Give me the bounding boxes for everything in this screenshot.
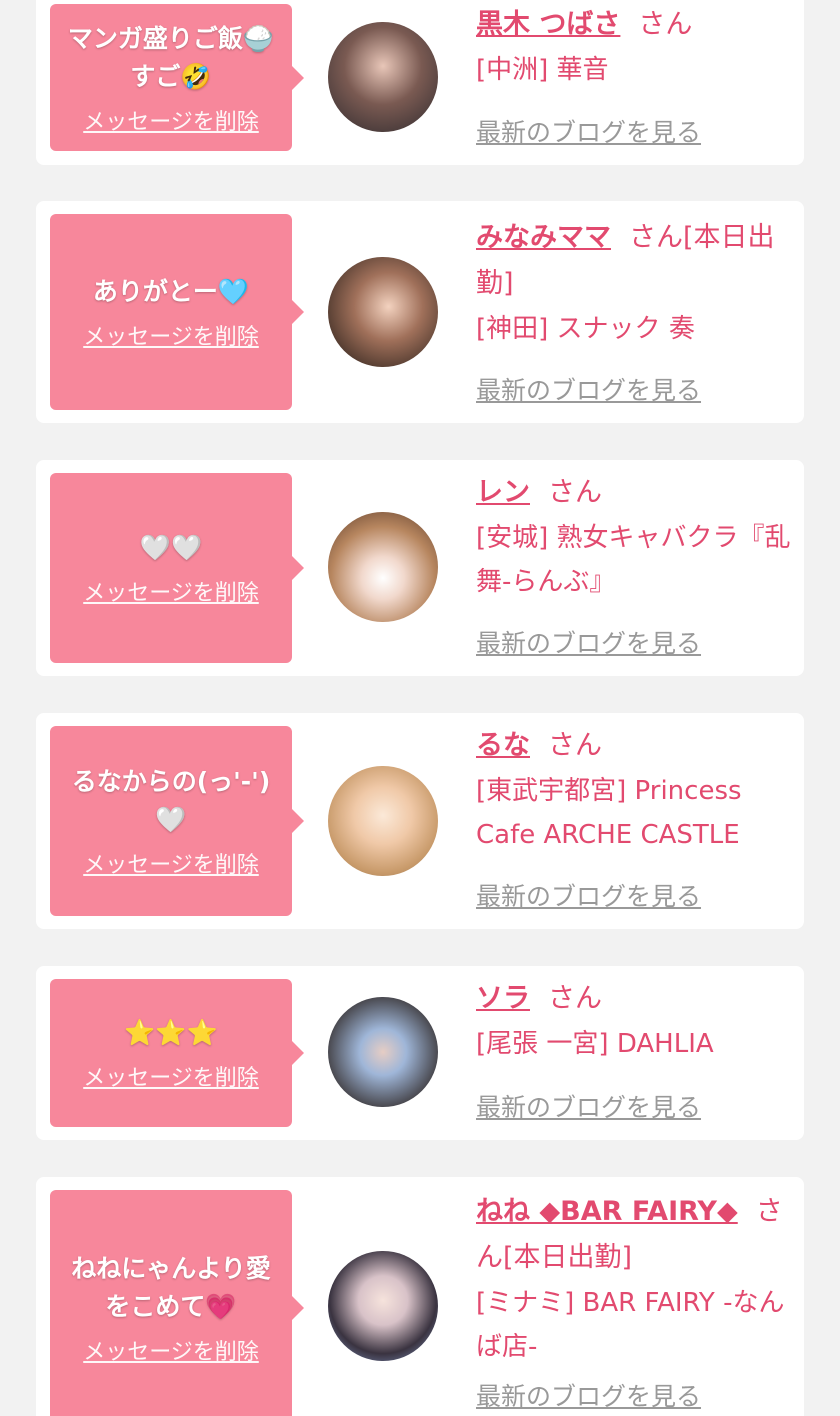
cast-name-link[interactable]: レン bbox=[476, 477, 530, 508]
latest-blog-link[interactable]: 最新のブログを見る bbox=[476, 371, 701, 407]
delete-message-link[interactable]: メッセージを削除 bbox=[83, 575, 259, 607]
message-bubble: ありがとー🩵 メッセージを削除 bbox=[50, 214, 304, 410]
message-bubble: るなからの(っ'-') 🤍 メッセージを削除 bbox=[50, 726, 304, 916]
cast-name-link[interactable]: みなみママ bbox=[476, 222, 611, 253]
avatar[interactable] bbox=[328, 997, 438, 1107]
message-text: 🤍🤍 bbox=[139, 533, 203, 562]
latest-blog-link[interactable]: 最新のブログを見る bbox=[476, 1377, 701, 1413]
honorific: さん bbox=[638, 9, 693, 40]
honorific: さん bbox=[548, 477, 602, 508]
cast-name-link[interactable]: ねね ◆BAR FAIRY◆ bbox=[476, 1196, 738, 1227]
shop-label: [神田] スナック 奏 bbox=[476, 314, 695, 344]
message-bubble: マンガ盛りご飯🍚 すご🤣 メッセージを削除 bbox=[50, 4, 304, 151]
cast-name-link[interactable]: 黒木 つばさ bbox=[476, 9, 620, 40]
message-text: ありがとー🩵 bbox=[92, 277, 250, 306]
avatar[interactable] bbox=[328, 257, 438, 367]
cast-info: 黒木 つばさ さん [中洲] 華音 bbox=[476, 2, 792, 92]
cast-info: みなみママ さん[本日出勤] [神田] スナック 奏 bbox=[476, 215, 792, 351]
cast-info: ねね ◆BAR FAIRY◆ さん[本日出勤] [ミナミ] BAR FAIRY -… bbox=[476, 1189, 792, 1369]
status-badge: [本日出勤] bbox=[503, 1242, 633, 1273]
message-bubble: 🤍🤍 メッセージを削除 bbox=[50, 473, 304, 663]
delete-message-link[interactable]: メッセージを削除 bbox=[83, 1060, 259, 1092]
delete-message-link[interactable]: メッセージを削除 bbox=[83, 847, 259, 879]
avatar[interactable] bbox=[328, 512, 438, 622]
cast-info: ソラ さん [尾張 一宮] DAHLIA bbox=[476, 976, 792, 1066]
message-card: ねねにゃんより愛 をこめて💗 メッセージを削除 ねね ◆BAR FAIRY◆ さん… bbox=[36, 1177, 804, 1416]
avatar[interactable] bbox=[328, 766, 438, 876]
message-text: ⭐⭐⭐ bbox=[124, 1018, 218, 1047]
avatar[interactable] bbox=[328, 22, 438, 132]
cast-name-link[interactable]: ソラ bbox=[476, 983, 530, 1014]
message-text: るなからの(っ'-') 🤍 bbox=[71, 767, 271, 834]
message-bubble: ねねにゃんより愛 をこめて💗 メッセージを削除 bbox=[50, 1190, 304, 1416]
message-card: ⭐⭐⭐ メッセージを削除 ソラ さん [尾張 一宮] DAHLIA 最新のブログを… bbox=[36, 966, 804, 1140]
avatar[interactable] bbox=[328, 1251, 438, 1361]
shop-label: [東武宇都宮] Princess Cafe ARCHE CASTLE bbox=[476, 776, 742, 850]
message-card: 🤍🤍 メッセージを削除 レン さん [安城] 熟女キャバクラ『乱舞-らんぶ』 最新… bbox=[36, 460, 804, 676]
cast-info: レン さん [安城] 熟女キャバクラ『乱舞-らんぶ』 bbox=[476, 470, 792, 604]
delete-message-link[interactable]: メッセージを削除 bbox=[83, 319, 259, 351]
cast-name-link[interactable]: るな bbox=[476, 730, 530, 761]
shop-label: [ミナミ] BAR FAIRY -なんば店- bbox=[476, 1288, 785, 1362]
delete-message-link[interactable]: メッセージを削除 bbox=[83, 1334, 259, 1366]
message-text: ねねにゃんより愛 をこめて💗 bbox=[71, 1254, 271, 1321]
shop-label: [中洲] 華音 bbox=[476, 55, 609, 85]
latest-blog-link[interactable]: 最新のブログを見る bbox=[476, 1088, 701, 1124]
honorific: さん bbox=[548, 730, 602, 761]
message-card: ありがとー🩵 メッセージを削除 みなみママ さん[本日出勤] [神田] スナック … bbox=[36, 201, 804, 423]
message-list: マンガ盛りご飯🍚 すご🤣 メッセージを削除 黒木 つばさ さん [中洲] 華音 最… bbox=[0, 0, 840, 1416]
shop-label: [安城] 熟女キャバクラ『乱舞-らんぶ』 bbox=[476, 523, 791, 597]
cast-info: るな さん [東武宇都宮] Princess Cafe ARCHE CASTLE bbox=[476, 723, 792, 857]
latest-blog-link[interactable]: 最新のブログを見る bbox=[476, 113, 701, 149]
latest-blog-link[interactable]: 最新のブログを見る bbox=[476, 877, 701, 913]
message-text: マンガ盛りご飯🍚 すご🤣 bbox=[67, 23, 275, 91]
shop-label: [尾張 一宮] DAHLIA bbox=[476, 1029, 714, 1059]
honorific: さん bbox=[629, 222, 683, 253]
message-bubble: ⭐⭐⭐ メッセージを削除 bbox=[50, 979, 304, 1127]
latest-blog-link[interactable]: 最新のブログを見る bbox=[476, 624, 701, 660]
message-card: マンガ盛りご飯🍚 すご🤣 メッセージを削除 黒木 つばさ さん [中洲] 華音 最… bbox=[36, 0, 804, 165]
message-card: るなからの(っ'-') 🤍 メッセージを削除 るな さん [東武宇都宮] Prin… bbox=[36, 713, 804, 929]
delete-message-link[interactable]: メッセージを削除 bbox=[83, 104, 259, 136]
honorific: さん bbox=[548, 983, 602, 1014]
